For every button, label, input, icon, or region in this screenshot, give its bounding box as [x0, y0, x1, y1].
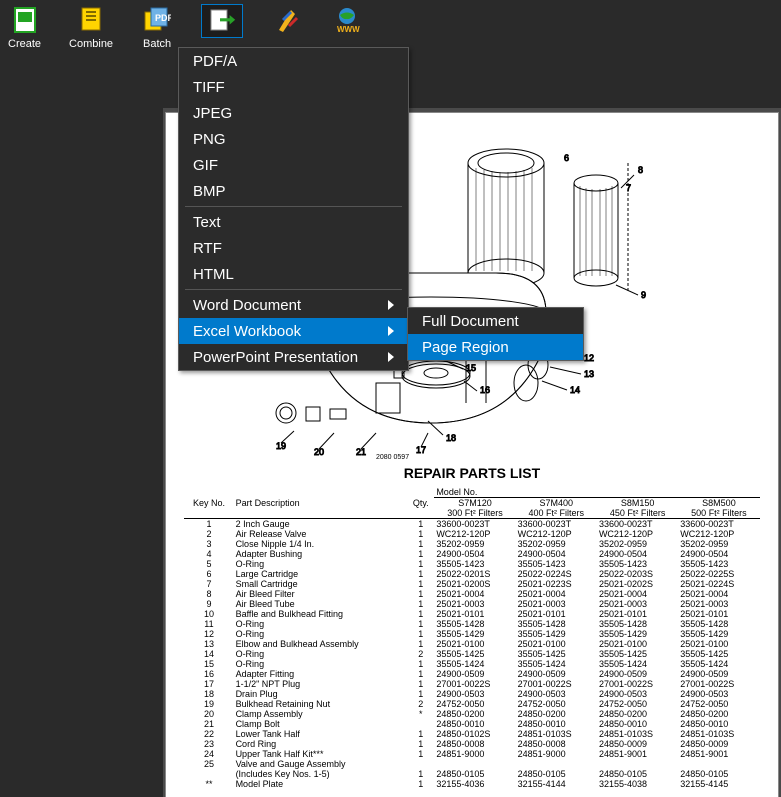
col-desc: Part Description [234, 487, 408, 519]
svg-text:9: 9 [641, 290, 646, 300]
submenu-item-fulldocument[interactable]: Full Document [408, 308, 583, 334]
combine-button[interactable]: Combine [69, 4, 113, 50]
web-button[interactable]: WWW [331, 4, 363, 36]
svg-text:WWW: WWW [337, 25, 360, 34]
create-button[interactable]: Create [8, 4, 41, 50]
svg-text:PDF: PDF [155, 13, 171, 23]
tool-a-button[interactable] [271, 4, 303, 36]
combine-icon [75, 4, 107, 36]
table-row: 13Elbow and Bulkhead Assembly125021-0100… [184, 639, 759, 649]
submenu-item-pageregion[interactable]: Page Region [408, 334, 583, 360]
menu-item-excelworkbook[interactable]: Excel Workbook [179, 318, 408, 344]
table-row: 18Drain Plug124900-050324900-050324900-0… [184, 689, 759, 699]
table-row: 8Air Bleed Filter125021-000425021-000425… [184, 589, 759, 599]
svg-text:14: 14 [570, 385, 580, 395]
menu-item-pdfa[interactable]: PDF/A [179, 48, 408, 74]
table-row: 21Clamp Bolt24850-001024850-001024850-00… [184, 719, 759, 729]
table-row: 25Valve and Gauge Assembly [184, 759, 759, 769]
table-row: **Model Plate132155-403632155-414432155-… [184, 779, 759, 789]
table-row: 14O-Ring235505-142535505-142535505-14253… [184, 649, 759, 659]
batch-icon: PDF [141, 4, 173, 36]
menu-item-jpeg[interactable]: JPEG [179, 100, 408, 126]
export-button[interactable] [201, 4, 243, 38]
table-row: 12O-Ring135505-142935505-142935505-14293… [184, 629, 759, 639]
table-row: 23Cord Ring124850-000824850-000824850-00… [184, 739, 759, 749]
create-label: Create [8, 38, 41, 50]
svg-text:8: 8 [638, 165, 643, 175]
table-row: 20Clamp Assembly*24850-020024850-0200248… [184, 709, 759, 719]
svg-text:15: 15 [466, 363, 476, 373]
tool-a-icon [271, 4, 303, 36]
menu-item-rtf[interactable]: RTF [179, 235, 408, 261]
svg-text:12: 12 [584, 353, 594, 363]
table-row: 7Small Cartridge125021-0200S25021-0223S2… [184, 579, 759, 589]
table-row: 3Close Nipple 1/4 In.135202-095935202-09… [184, 539, 759, 549]
menu-item-tiff[interactable]: TIFF [179, 74, 408, 100]
svg-text:6: 6 [564, 153, 569, 163]
table-row: (Includes Key Nos. 1-5)124850-010524850-… [184, 769, 759, 779]
menu-separator [185, 206, 402, 207]
create-icon [9, 4, 41, 36]
svg-text:7: 7 [626, 183, 631, 193]
parts-table: Key No. Part Description Qty. Model No. … [184, 487, 759, 789]
submenu-arrow-icon [388, 300, 394, 310]
menu-item-png[interactable]: PNG [179, 126, 408, 152]
table-row: 5O-Ring135505-142335505-142335505-142335… [184, 559, 759, 569]
table-row: 24Upper Tank Half Kit***124851-900024851… [184, 749, 759, 759]
table-row: 11O-Ring135505-142835505-142835505-14283… [184, 619, 759, 629]
table-row: 9Air Bleed Tube125021-000325021-00032502… [184, 599, 759, 609]
menu-item-bmp[interactable]: BMP [179, 178, 408, 204]
col-model: S8M150450 Ft² Filters [597, 498, 678, 519]
table-row: 4Adapter Bushing124900-050424900-0504249… [184, 549, 759, 559]
menu-separator [185, 289, 402, 290]
batch-label: Batch [143, 38, 171, 50]
menu-item-html[interactable]: HTML [179, 261, 408, 287]
col-model: S8M500500 Ft² Filters [678, 498, 759, 519]
table-row: 10Baffle and Bulkhead Fitting125021-0101… [184, 609, 759, 619]
submenu-arrow-icon [388, 326, 394, 336]
export-menu: PDF/ATIFFJPEGPNGGIFBMP TextRTFHTML Word Do… [178, 47, 409, 371]
table-row: 171-1/2" NPT Plug127001-0022S27001-0022S… [184, 679, 759, 689]
table-row: 2Air Release Valve1WC212-120PWC212-120PW… [184, 529, 759, 539]
col-key: Key No. [184, 487, 233, 519]
table-row: 22Lower Tank Half124850-0102S24851-0103S… [184, 729, 759, 739]
svg-text:16: 16 [480, 385, 490, 395]
col-model: S7M400400 Ft² Filters [516, 498, 597, 519]
svg-text:18: 18 [446, 433, 456, 443]
submenu-arrow-icon [388, 352, 394, 362]
col-model-group: Model No. [434, 487, 759, 498]
table-row: 6Large Cartridge125022-0201S25022-0224S2… [184, 569, 759, 579]
export-icon [206, 5, 238, 37]
table-row: 12 Inch Gauge133600-0023T33600-0023T3360… [184, 519, 759, 530]
web-icon: WWW [331, 4, 363, 36]
combine-label: Combine [69, 38, 113, 50]
export-submenu: Full DocumentPage Region [407, 307, 584, 361]
diagram-ref: 2080 0597 [376, 454, 409, 461]
table-row: 19Bulkhead Retaining Nut224752-005024752… [184, 699, 759, 709]
col-qty: Qty. [407, 487, 434, 519]
menu-item-text[interactable]: Text [179, 209, 408, 235]
menu-item-powerpointpresentation[interactable]: PowerPoint Presentation [179, 344, 408, 370]
table-title: REPAIR PARTS LIST [166, 465, 778, 481]
menu-item-worddocument[interactable]: Word Document [179, 292, 408, 318]
batch-button[interactable]: PDF Batch [141, 4, 173, 50]
table-row: 15O-Ring135505-142435505-142435505-14243… [184, 659, 759, 669]
col-model: S7M120300 Ft² Filters [434, 498, 515, 519]
table-row: 16Adapter Fitting124900-050924900-050924… [184, 669, 759, 679]
svg-text:13: 13 [584, 369, 594, 379]
menu-item-gif[interactable]: GIF [179, 152, 408, 178]
